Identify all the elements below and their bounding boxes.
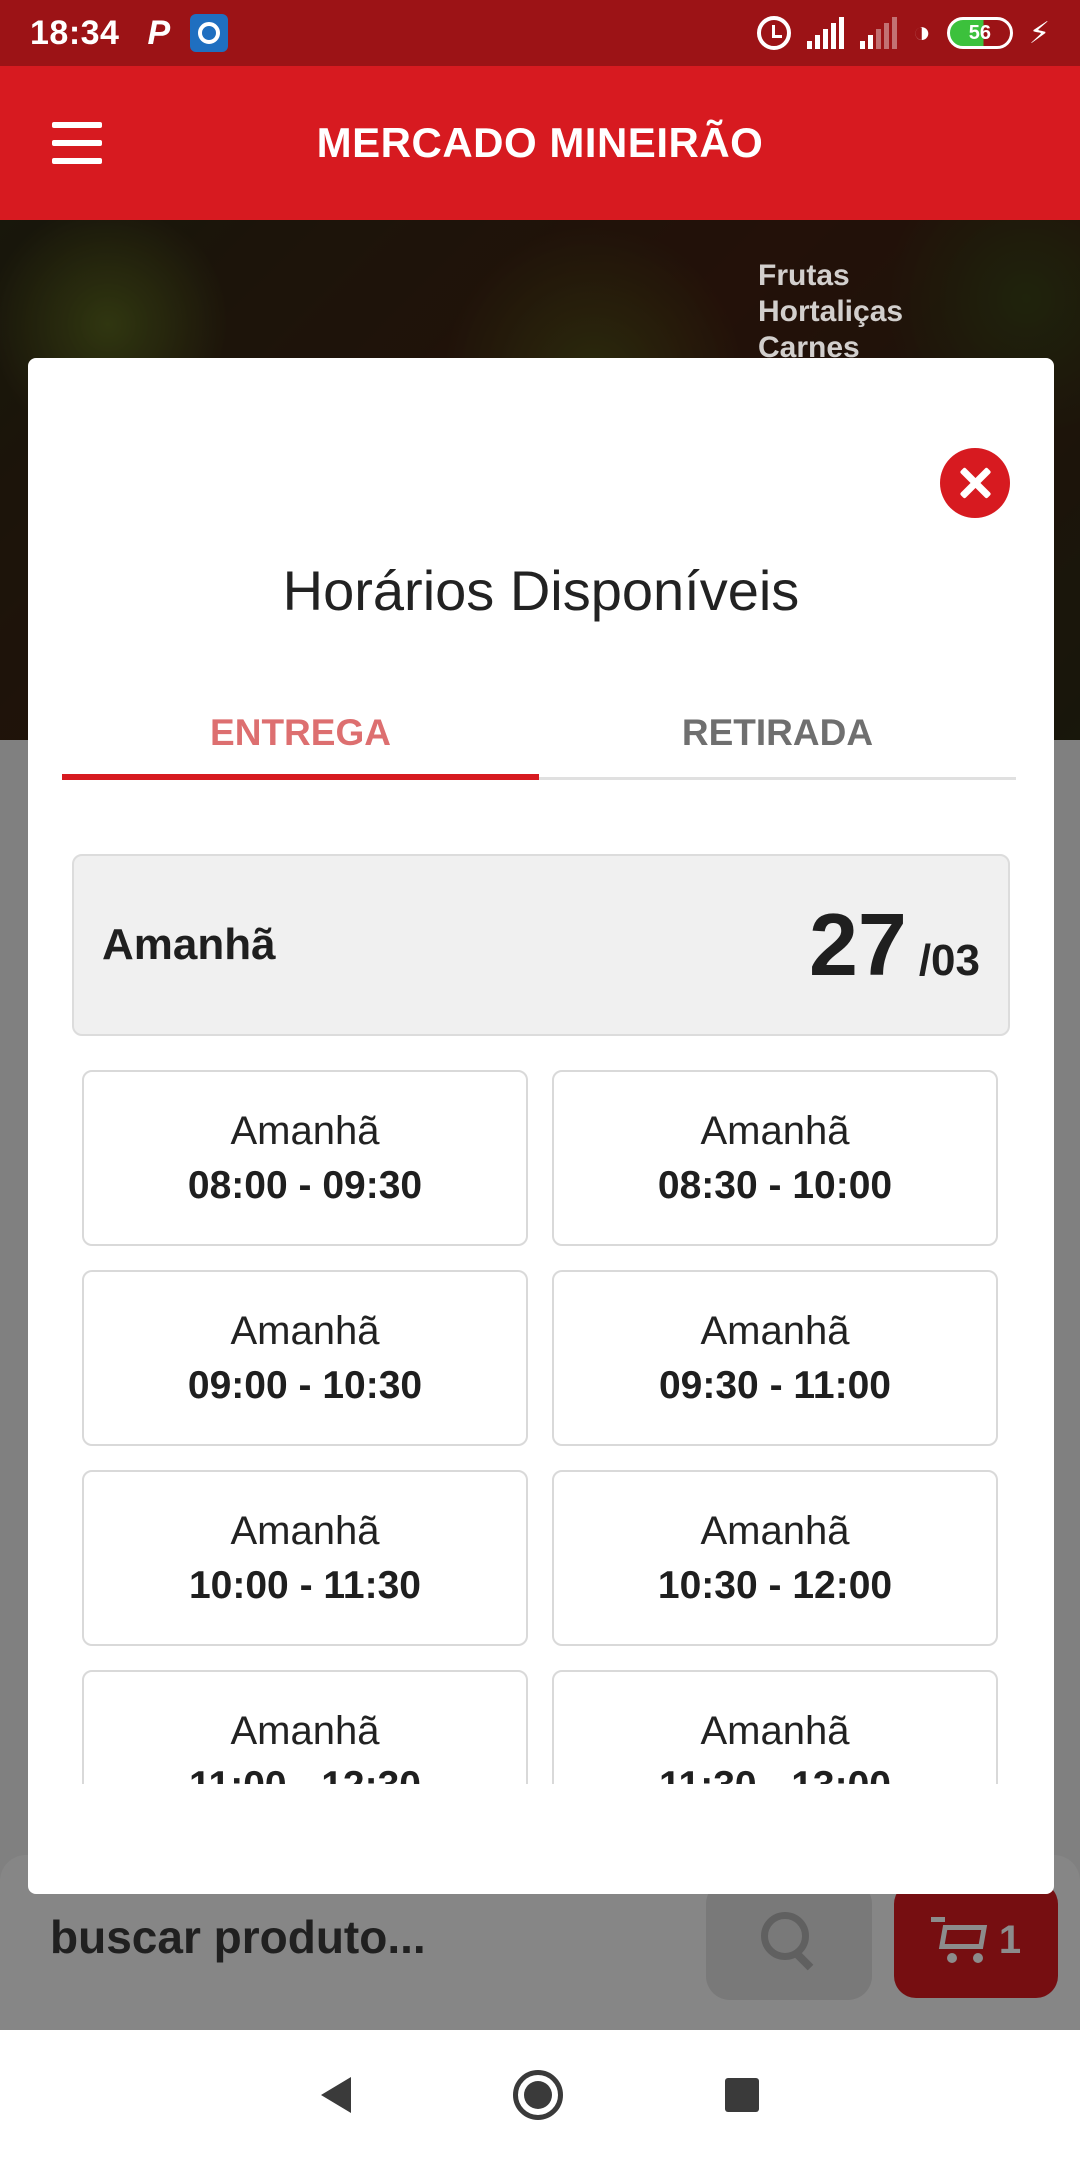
slot-day: Amanhã [230, 1308, 380, 1353]
slot-time: 09:00 - 10:30 [187, 1363, 423, 1407]
date-selector[interactable]: Amanhã 27 /03 [72, 854, 1010, 1036]
time-slot[interactable]: Amanhã 09:00 - 10:30 [82, 1270, 528, 1446]
banner-category: Frutas [758, 259, 850, 292]
slot-time: 11:30 - 13:00 [659, 1764, 891, 1785]
wifi-icon: ◑ [912, 16, 931, 49]
back-icon[interactable] [321, 2077, 351, 2113]
tab-retirada[interactable]: RETIRADA [539, 688, 1016, 777]
time-slot[interactable]: Amanhã 08:30 - 10:00 [552, 1070, 998, 1246]
close-button[interactable] [940, 448, 1010, 518]
app-header: MERCADO MINEIRÃO [0, 66, 1080, 220]
tab-bar: ENTREGA RETIRADA [62, 688, 1016, 780]
recent-apps-icon[interactable] [725, 2078, 759, 2112]
status-bar: 18:34 P ◑ 56 ⚡ [0, 0, 1080, 66]
date-value: 27 /03 [809, 894, 980, 996]
banner-category: Hortaliças [758, 295, 904, 328]
slot-day: Amanhã [230, 1108, 380, 1153]
slot-time: 10:00 - 11:30 [188, 1563, 421, 1607]
time-slot[interactable]: Amanhã 10:00 - 11:30 [82, 1470, 528, 1646]
home-icon[interactable] [513, 2070, 563, 2120]
signal-icon [859, 17, 897, 49]
slot-day: Amanhã [230, 1708, 380, 1753]
close-icon [958, 466, 992, 500]
charging-icon: ⚡ [1028, 16, 1050, 50]
slot-day: Amanhã [700, 1508, 850, 1553]
time-slot[interactable]: Amanhã 09:30 - 11:00 [552, 1270, 998, 1446]
slot-time: 08:00 - 09:30 [187, 1163, 423, 1207]
time-slots-list[interactable]: Amanhã 08:00 - 09:30 Amanhã 08:30 - 10:0… [82, 1070, 1002, 1784]
slot-time: 11:00 - 12:30 [189, 1764, 421, 1785]
time-slot[interactable]: Amanhã 08:00 - 09:30 [82, 1070, 528, 1246]
alarm-icon [756, 16, 791, 50]
time-slot[interactable]: Amanhã 11:00 - 12:30 [82, 1670, 528, 1784]
date-day: 27 [808, 895, 907, 994]
slot-time: 09:30 - 11:00 [658, 1363, 891, 1407]
slot-day: Amanhã [700, 1708, 850, 1753]
battery-icon: 56 [946, 17, 1013, 49]
signal-icon [806, 17, 844, 49]
banner-category: Carnes [758, 331, 860, 364]
available-times-modal: Horários Disponíveis ENTREGA RETIRADA Am… [28, 358, 1054, 1894]
hamburger-menu-icon[interactable] [52, 122, 102, 164]
date-label: Amanhã [102, 920, 276, 969]
time-slot[interactable]: Amanhã 11:30 - 13:00 [552, 1670, 998, 1784]
date-month: /03 [918, 936, 980, 985]
time-slot[interactable]: Amanhã 10:30 - 12:00 [552, 1470, 998, 1646]
app-notification-icon [190, 14, 229, 52]
tab-entrega[interactable]: ENTREGA [62, 688, 539, 780]
parking-icon: P [147, 13, 171, 52]
slot-time: 10:30 - 12:00 [657, 1563, 893, 1607]
status-time: 18:34 [30, 13, 120, 52]
system-nav-bar [0, 2030, 1080, 2160]
banner-categories: Frutas Hortaliças Carnes [758, 258, 903, 366]
slot-day: Amanhã [700, 1108, 850, 1153]
slot-day: Amanhã [230, 1508, 380, 1553]
modal-title: Horários Disponíveis [282, 559, 800, 622]
slot-day: Amanhã [700, 1308, 850, 1353]
slot-time: 08:30 - 10:00 [657, 1163, 893, 1207]
app-title: MERCADO MINEIRÃO [316, 119, 764, 166]
